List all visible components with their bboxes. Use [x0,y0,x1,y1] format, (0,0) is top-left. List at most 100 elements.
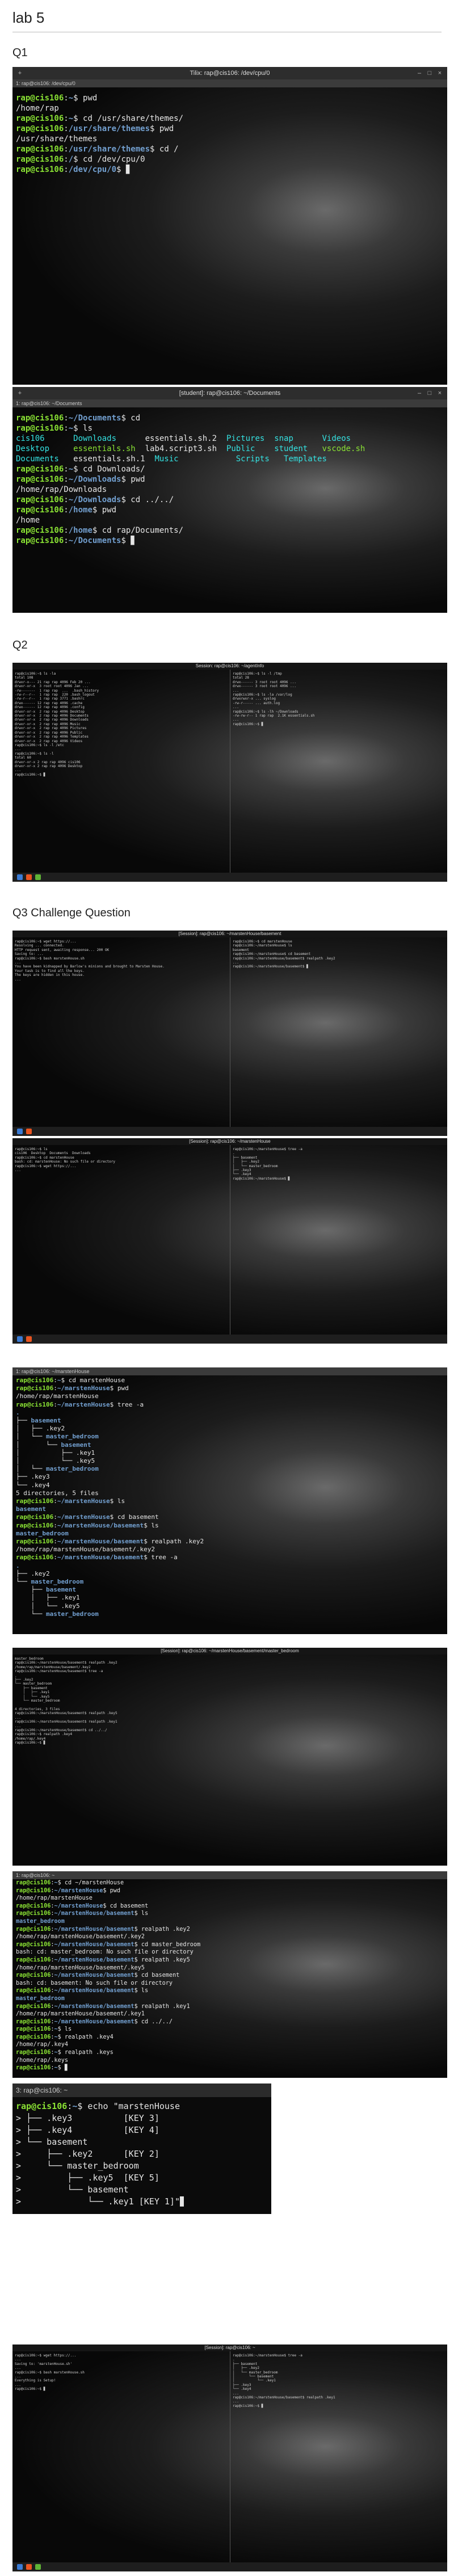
terminal-line: bash: cd: master_bedroom: No such file o… [16,1948,444,1956]
terminal-text: : [64,506,69,515]
terminal-line: rap@cis106:~/marstenHouse$ ls [16,1497,444,1505]
terminal-text: /home/rap/.key4 [16,2042,69,2048]
terminal-text: rap@cis106 [16,536,64,545]
document-page: lab 5 Q1 Tilix: rap@cis106: /dev/cpu/0 +… [0,0,454,2576]
terminal-output-left: rap@cis106:~$ wget https://... ... Savin… [15,2354,85,2392]
close-icon[interactable]: × [436,69,444,77]
terminal-text: ~/marstenHouse/basement [54,1988,134,1994]
terminal-text: │ └── [16,1465,46,1473]
terminal-line: rap@cis106:/usr/share/themes$ cd / [16,144,444,154]
terminal-text: $ cd master_bedroom [134,1941,201,1948]
app-icon[interactable] [35,2564,41,2570]
terminal-line: master_bedroom [16,1918,444,1926]
terminal-line: /home/rap/marstenHouse/basement/.key5 [16,1964,444,1972]
terminal-line: . [16,1409,444,1417]
taskbar [12,873,447,882]
terminal-text: : [64,475,69,484]
close-icon[interactable]: × [436,389,444,397]
terminal-text: /home [68,506,93,515]
terminal-text: $ cd ../../ [121,495,174,504]
terminal-line: rap@cis106:~/marstenHouse$ cd basement [16,1902,444,1910]
terminal-line: rap@cis106:/$ cd /dev/cpu/0 [16,154,444,165]
terminal-line: /home/rap [16,103,444,113]
terminal-line: rap@cis106:~/marstenHouse/basement$ ls [16,1910,444,1918]
app-icon[interactable] [26,2564,32,2570]
screenshot-terminal-tree: 1: rap@cis106: ~/marstenHouse rap@cis106… [12,1367,447,1634]
terminal-line: cis106 Downloads essentials.sh.2 Picture… [16,433,444,444]
terminal-line: │ └── master_bedroom [16,1465,444,1473]
terminal-line: /home/rap/marstenHouse [16,1392,444,1400]
minimize-icon[interactable]: – [415,389,423,397]
terminal-text: │ ├── .key2 [16,1425,65,1433]
terminal-text: /home/rap/Downloads [16,485,107,494]
window-titlebar: [Session]: rap@cis106: ~/marstenHouse/ba… [12,931,447,937]
window-titlebar: [Session]: rap@cis106: ~ [12,2345,447,2351]
terminal-line: │ └── basement [16,1441,444,1449]
terminal-text: : [64,145,69,154]
app-icon[interactable] [17,874,23,880]
terminal-text: ~/Documents [68,414,121,423]
terminal-tab[interactable]: 3: rap@cis106: ~ [12,2083,271,2097]
terminal-tab[interactable]: 1: rap@cis106: ~/marstenHouse [12,1367,447,1375]
app-icon[interactable] [26,874,32,880]
terminal-output-left: rap@cis106:~$ ls cis106 Desktop Document… [15,1147,116,1173]
terminal-line: rap@cis106:~/Documents$ ▊ [16,536,444,546]
maximize-icon[interactable]: □ [426,69,434,77]
terminal-line: master_bedroom [16,1530,444,1538]
terminal-tab[interactable]: 1: rap@cis106: ~/Documents [12,399,447,407]
terminal-text: ~/marstenHouse/basement [54,1941,134,1948]
terminal-text: > ├── .key4 [KEY 4] [16,2125,159,2135]
terminal-text: $ pwd [92,506,117,515]
terminal-text: rap@cis106 [16,1554,54,1561]
terminal-tab[interactable]: 1: rap@cis106: ~ [12,1871,447,1879]
window-titlebar: [Session]: rap@cis106: ~/marstenHouse [12,1138,447,1145]
terminal-text: rap@cis106 [16,1910,51,1917]
terminal-text: > └── basement [16,2137,88,2147]
terminal-text: /usr/share/themes [16,134,98,144]
terminal-line: rap@cis106:~$ ls [16,2026,444,2034]
terminal-output-left: rap@cis106:~$ wget https://... Resolving… [15,940,165,982]
app-icon[interactable] [17,1129,23,1134]
terminal-line: rap@cis106:~/marstenHouse/basement$ real… [16,1956,444,1964]
terminal-tab[interactable]: 1: rap@cis106: /dev/cpu/0 [12,79,447,87]
terminal-line: rap@cis106:~/marstenHouse$ pwd [16,1384,444,1392]
terminal-text: $ tree -a [144,1554,178,1561]
terminal-text: $ cd basement [134,1972,180,1979]
terminal-line: /home/rap/marstenHouse [16,1895,444,1902]
app-icon[interactable] [26,1129,32,1134]
terminal-text: ~/marstenHouse/basement [57,1521,144,1529]
terminal-line: rap@cis106:~/marstenHouse/basement$ cd b… [16,1972,444,1980]
new-tab-icon[interactable]: + [16,389,24,397]
terminal-text: Downloads [73,434,145,443]
terminal-text: /home/rap/marstenHouse/basement/.key2 [16,1546,155,1554]
terminal-line: bash: cd: basement: No such file or dire… [16,1980,444,1988]
terminal-line: rap@cis106:~/marstenHouse$ tree -a [16,1401,444,1409]
terminal-text: $ tree -a [110,1400,144,1408]
terminal-text: /dev/cpu/0 [68,165,117,174]
terminal-text: bash: cd: basement: No such file or dire… [16,1980,173,1986]
maximize-icon[interactable]: □ [426,389,434,397]
terminal-text: $ realpath .keys [57,2049,114,2056]
terminal-line: /home [16,515,444,525]
terminal-text: $ cd /dev/cpu/0 [73,155,145,164]
terminal-text: rap@cis106 [16,114,64,123]
terminal-text: $ pwd [121,475,145,484]
terminal-text: . [16,1561,20,1569]
terminal-text: : [67,2101,73,2111]
terminal-text: ~ [68,465,74,474]
terminal-text: rap@cis106 [16,1887,51,1894]
app-icon[interactable] [26,1336,32,1342]
terminal-output: rap@cis106:~/Documents$ cd rap@cis106:~$ … [16,413,444,546]
terminal-text: rap@cis106 [16,495,64,504]
terminal-text: $ cd ../../ [134,2018,173,2025]
app-icon[interactable] [35,874,41,880]
terminal-output: rap@cis106:~$ pwd/home/rap rap@cis106:~$ … [16,93,444,175]
terminal-line: rap@cis106:/home$ pwd [16,505,444,515]
new-tab-icon[interactable]: + [16,69,24,77]
minimize-icon[interactable]: – [415,69,423,77]
terminal-text: > └── basement [16,2184,129,2195]
terminal-text: rap@cis106 [16,526,64,535]
window-title: Tilix: rap@cis106: /dev/cpu/0 [190,70,270,77]
app-icon[interactable] [17,1336,23,1342]
app-icon[interactable] [17,2564,23,2570]
